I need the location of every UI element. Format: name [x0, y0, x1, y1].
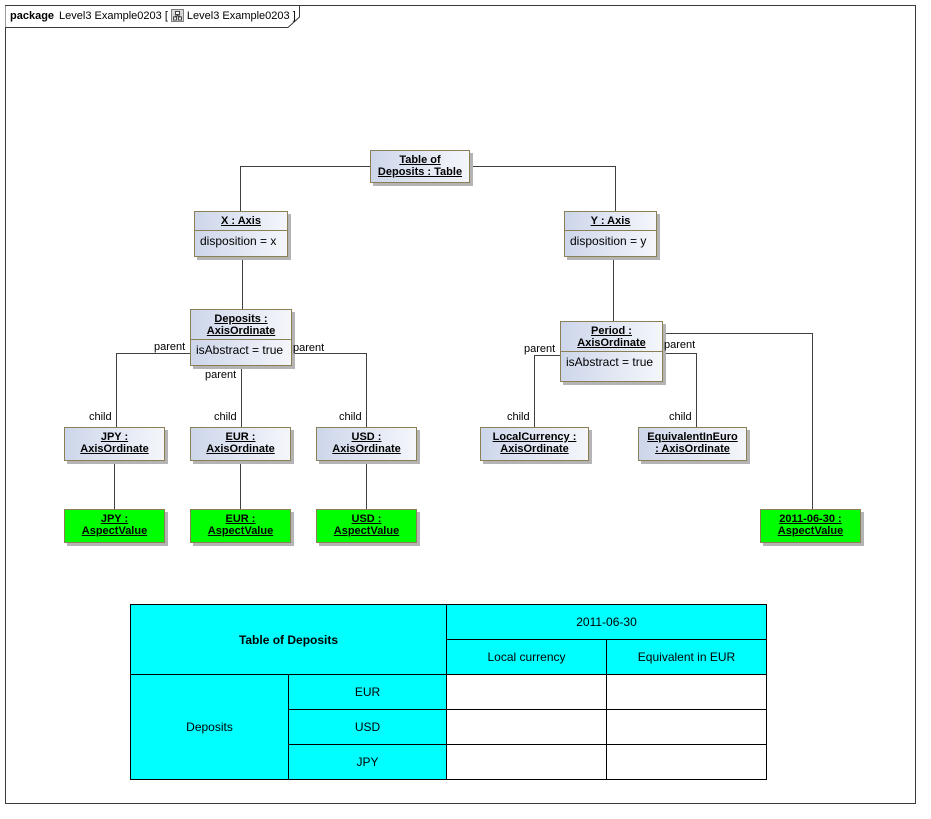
data-cell[interactable] — [606, 744, 767, 780]
data-cell[interactable] — [606, 709, 767, 745]
node-attribute: isAbstract = true — [191, 339, 291, 360]
node-title: AxisOrdinate — [206, 443, 275, 455]
node-title: AxisOrdinate — [206, 325, 276, 337]
node-title: Period : — [591, 325, 632, 337]
node-title: Table of — [399, 154, 441, 166]
x-axis-node[interactable]: X : Axis disposition = x — [194, 211, 288, 257]
link-period-local — [534, 355, 561, 427]
role-label-child: child — [89, 411, 112, 423]
date-aspect-value-node[interactable]: 2011-06-30 : AspectValue — [760, 509, 861, 543]
node-title: Y : Axis — [590, 215, 631, 227]
role-label-parent: parent — [205, 369, 237, 381]
node-attribute: isAbstract = true — [561, 351, 662, 372]
role-label-parent: parent — [524, 343, 556, 355]
table-of-deposits-node[interactable]: Table of Deposits : Table — [370, 150, 470, 183]
usd-aspect-value-node[interactable]: USD : AspectValue — [316, 509, 417, 543]
y-axis-node[interactable]: Y : Axis disposition = y — [564, 211, 657, 257]
jpy-axis-ordinate-node[interactable]: JPY : AxisOrdinate — [64, 427, 165, 461]
node-title: AxisOrdinate — [332, 443, 401, 455]
node-title: AspectValue — [81, 525, 148, 537]
node-title: AxisOrdinate — [500, 443, 569, 455]
row-header-cell: JPY — [288, 744, 447, 780]
node-title: : AxisOrdinate — [655, 443, 730, 455]
node-title: Deposits : — [214, 313, 268, 325]
eur-aspect-value-node[interactable]: EUR : AspectValue — [190, 509, 291, 543]
node-title: EUR : — [225, 513, 256, 525]
role-label-parent: parent — [664, 339, 696, 351]
usd-axis-ordinate-node[interactable]: USD : AxisOrdinate — [316, 427, 417, 461]
node-attribute: disposition = x — [195, 230, 287, 251]
deposits-table: Table of Deposits 2011-06-30 Local curre… — [130, 604, 767, 780]
node-title: EquivalentInEuro — [647, 431, 738, 443]
eur-axis-ordinate-node[interactable]: EUR : AxisOrdinate — [190, 427, 291, 461]
role-label-child: child — [507, 411, 530, 423]
row-header-cell: USD — [288, 709, 447, 745]
node-title: USD : — [351, 431, 382, 443]
node-title: AspectValue — [207, 525, 274, 537]
table-title-cell: Table of Deposits — [130, 604, 447, 675]
row-header-cell: EUR — [288, 674, 447, 710]
node-title: AspectValue — [333, 525, 400, 537]
role-label-parent: parent — [154, 341, 186, 353]
node-title: AxisOrdinate — [577, 337, 646, 349]
node-title: USD : — [351, 513, 382, 525]
data-cell[interactable] — [446, 744, 607, 780]
link-table-y — [470, 166, 616, 211]
node-title: 2011-06-30 : — [779, 513, 842, 525]
jpy-aspect-value-node[interactable]: JPY : AspectValue — [64, 509, 165, 543]
role-label-child: child — [339, 411, 362, 423]
node-title: JPY : — [100, 513, 129, 525]
role-label-parent: parent — [293, 342, 325, 354]
link-table-x — [240, 166, 371, 211]
row-group-cell: Deposits — [130, 674, 289, 780]
node-title: X : Axis — [221, 215, 261, 227]
node-attribute: disposition = y — [565, 230, 656, 251]
column-header-cell: Local currency — [446, 639, 607, 675]
local-currency-axis-ordinate-node[interactable]: LocalCurrency : AxisOrdinate — [480, 427, 589, 461]
role-label-child: child — [214, 411, 237, 423]
node-title: AspectValue — [777, 525, 844, 537]
node-title: AxisOrdinate — [80, 443, 149, 455]
node-title: EUR : — [225, 431, 256, 443]
column-header-cell: Equivalent in EUR — [606, 639, 767, 675]
node-title: LocalCurrency : — [492, 431, 577, 443]
period-header-cell: 2011-06-30 — [446, 604, 767, 640]
data-cell[interactable] — [446, 674, 607, 710]
link-deposits-jpy — [116, 353, 191, 427]
deposits-axis-ordinate-node[interactable]: Deposits : AxisOrdinate isAbstract = true — [190, 309, 292, 366]
node-title: Deposits : Table — [377, 166, 463, 178]
role-label-child: child — [669, 411, 692, 423]
equivalent-in-euro-axis-ordinate-node[interactable]: EquivalentInEuro: AxisOrdinate — [638, 427, 747, 461]
period-axis-ordinate-node[interactable]: Period : AxisOrdinate isAbstract = true — [560, 321, 663, 382]
node-title: JPY : — [100, 431, 129, 443]
data-cell[interactable] — [446, 709, 607, 745]
data-cell[interactable] — [606, 674, 767, 710]
